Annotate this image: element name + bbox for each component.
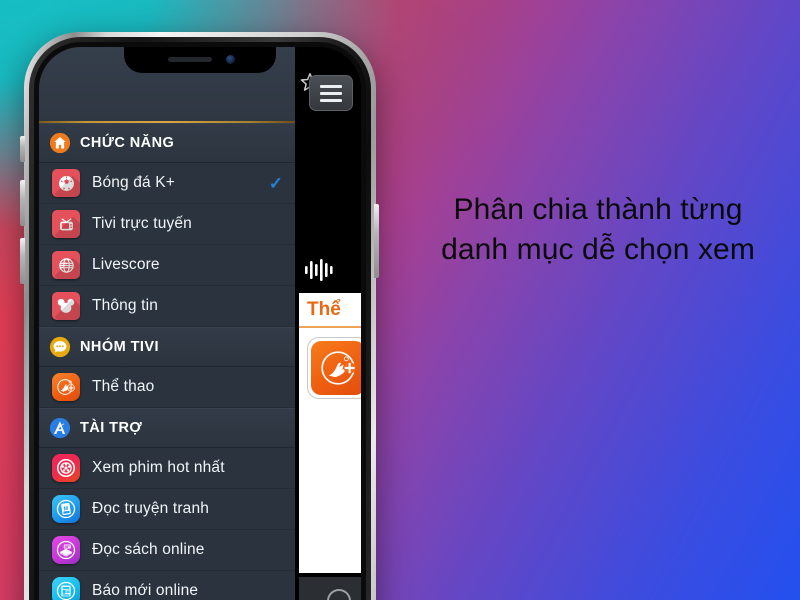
drawer-item-label: Thể thao — [92, 378, 155, 395]
section-header-chuc-nang: CHỨC NĂNG — [39, 123, 295, 163]
drawer-item-label: Đọc sách online — [92, 541, 205, 558]
drawer-item-thong-tin[interactable]: Thông tin — [39, 286, 295, 327]
hamburger-menu-button[interactable] — [309, 75, 353, 111]
navigation-drawer: CHỨC NĂNG Bóng đá K+ ✓ Tivi trực tuyến L… — [39, 47, 295, 600]
newspaper-icon — [52, 577, 80, 600]
sports-app-icon — [311, 341, 361, 395]
phone-screen: Thể CHỨC NĂNG Bóng đá K+ ✓ Tivi trực tuy… — [39, 47, 361, 600]
television-icon — [52, 210, 80, 238]
content-panel: Thể — [295, 47, 361, 600]
promo-caption: Phân chia thành từng danh mục dễ chọn xe… — [404, 190, 792, 270]
content-card-title: Thể — [299, 293, 361, 328]
globe-icon — [52, 251, 80, 279]
circle-icon[interactable] — [327, 589, 351, 600]
section-header-tai-tro: TÀI TRỢ — [39, 408, 295, 448]
mickey-ears-icon — [52, 292, 80, 320]
drawer-item-label: Livescore — [92, 256, 160, 273]
phone-device: Thể CHỨC NĂNG Bóng đá K+ ✓ Tivi trực tuy… — [18, 18, 380, 600]
drawer-item-label: Tivi trực tuyến — [92, 215, 192, 232]
promo-line-1: Phân chia thành từng — [453, 193, 743, 226]
earpiece-speaker — [168, 57, 213, 62]
soccer-ball-icon — [52, 169, 80, 197]
front-camera-icon — [226, 55, 235, 64]
hamburger-line — [320, 98, 342, 102]
section-label: NHÓM TIVI — [80, 339, 159, 355]
drawer-item-doc-sach-online[interactable]: Đọc sách online — [39, 530, 295, 571]
home-icon — [49, 132, 71, 154]
volume-up-button[interactable] — [20, 180, 25, 226]
screenshot-root: Phân chia thành từng danh mục dễ chọn xe… — [0, 0, 800, 600]
section-label: TÀI TRỢ — [80, 420, 143, 436]
hamburger-line — [320, 84, 342, 88]
drawer-item-livescore[interactable]: Livescore — [39, 245, 295, 286]
drawer-item-label: Xem phim hot nhất — [92, 459, 225, 476]
book-icon — [52, 536, 80, 564]
content-app-tile[interactable] — [307, 337, 361, 399]
drawer-item-label: Bóng đá K+ — [92, 174, 175, 191]
drawer-item-doc-truyen-tranh[interactable]: M Đọc truyện tranh — [39, 489, 295, 530]
section-header-nhom-tivi: NHÓM TIVI — [39, 327, 295, 367]
check-icon: ✓ — [268, 173, 283, 193]
sports-app-icon — [52, 373, 80, 401]
section-label: CHỨC NĂNG — [80, 135, 175, 151]
comic-book-icon: M — [52, 495, 80, 523]
chat-bubble-icon — [49, 336, 71, 358]
drawer-item-tivi-truc-tuyen[interactable]: Tivi trực tuyến — [39, 204, 295, 245]
content-footer-bar — [299, 577, 361, 600]
hamburger-line — [320, 91, 342, 95]
content-card: Thể — [299, 293, 361, 573]
audio-waveform-icon[interactable] — [305, 259, 335, 286]
drawer-item-label: Đọc truyện tranh — [92, 500, 209, 517]
app-store-icon — [49, 417, 71, 439]
drawer-item-label: Báo mới online — [92, 582, 199, 599]
mute-switch[interactable] — [20, 136, 25, 162]
volume-down-button[interactable] — [20, 238, 25, 284]
drawer-item-bao-moi-online[interactable]: Báo mới online — [39, 571, 295, 600]
power-button[interactable] — [374, 204, 379, 278]
drawer-item-label: Thông tin — [92, 297, 158, 314]
promo-line-2: danh mục dễ chọn xem — [441, 232, 755, 266]
film-reel-icon — [52, 454, 80, 482]
drawer-item-xem-phim-hot-nhat[interactable]: Xem phim hot nhất — [39, 448, 295, 489]
drawer-item-bong-da-k[interactable]: Bóng đá K+ ✓ — [39, 163, 295, 204]
drawer-item-the-thao[interactable]: Thể thao — [39, 367, 295, 408]
